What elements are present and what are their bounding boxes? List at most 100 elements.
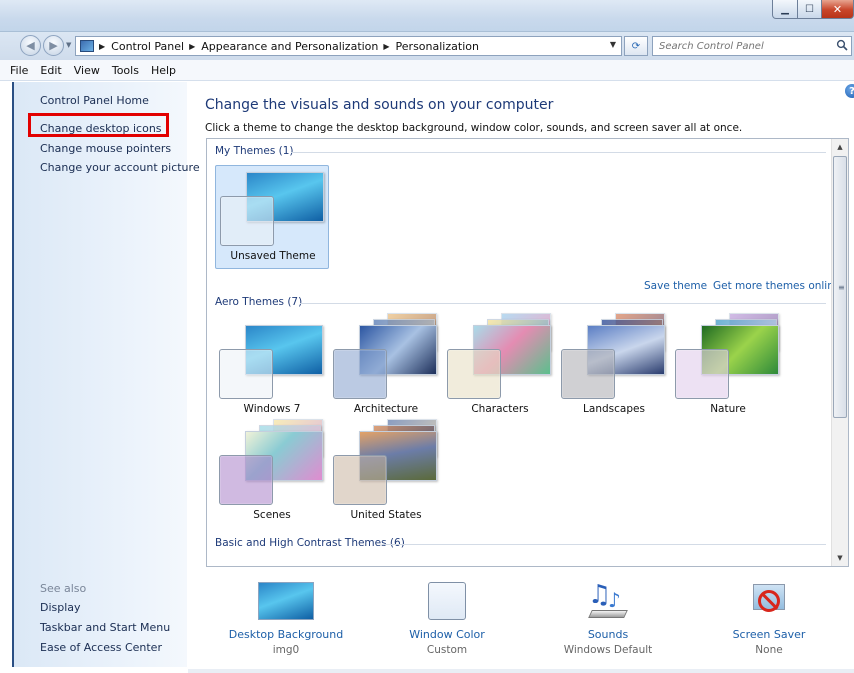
theme-nature[interactable]: Nature [671,313,785,423]
ease-of-access-link[interactable]: Ease of Access Center [40,641,162,654]
theme-name: United States [350,509,422,521]
address-dropdown-icon[interactable]: ▼ [610,40,616,49]
theme-landscapes[interactable]: Landscapes [557,313,671,423]
menu-help[interactable]: Help [145,64,182,77]
maximize-icon: ☐ [805,3,814,15]
change-desktop-icons-link[interactable]: Change desktop icons [40,122,162,135]
menu-edit[interactable]: Edit [34,64,67,77]
screen-saver-icon [739,580,799,624]
theme-thumbnail [219,419,325,505]
breadcrumb-control-panel[interactable]: Control Panel [111,40,184,53]
change-mouse-pointers-link[interactable]: Change mouse pointers [40,142,171,155]
basic-themes-heading: Basic and High Contrast Themes (6) [215,537,405,549]
window-color-swatch [675,349,729,399]
sounds-value: Windows Default [563,644,653,656]
back-button[interactable]: ◀ [20,35,41,56]
navigation-bar: ◀ ▶ ▼ ▶ Control Panel ▶ Appearance and P… [0,32,854,60]
window-color-swatch [333,455,387,505]
close-button[interactable]: ✕ [821,0,854,19]
help-icon[interactable]: ? [845,84,854,98]
window-color-swatch [561,349,615,399]
close-icon: ✕ [832,2,843,16]
forward-arrow-icon: ▶ [49,39,58,52]
window-color-swatch [333,349,387,399]
desktop-background-button[interactable]: Desktop Background img0 [211,580,361,656]
theme-name: Scenes [253,509,291,521]
control-panel-icon [80,40,94,52]
screen-saver-label[interactable]: Screen Saver [694,628,844,641]
menu-bar: File Edit View Tools Help [0,60,854,81]
minimize-icon: ▁ [781,3,789,15]
theme-scenes[interactable]: Scenes [215,419,329,529]
desktop-background-value: img0 [272,644,300,656]
theme-unsaved[interactable]: Unsaved Theme [215,165,329,269]
recent-pages-dropdown-icon[interactable]: ▼ [66,41,71,49]
theme-characters[interactable]: Characters [443,313,557,423]
window-color-swatch [447,349,501,399]
theme-name: Nature [710,403,746,415]
address-bar[interactable]: ▶ Control Panel ▶ Appearance and Persona… [75,36,622,56]
screen-saver-button[interactable]: Screen Saver None [694,580,844,656]
theme-thumbnail [219,325,325,399]
scroll-up-icon[interactable]: ▲ [832,139,848,155]
scroll-down-icon[interactable]: ▼ [832,550,848,566]
desktop-background-label[interactable]: Desktop Background [211,628,361,641]
search-icon[interactable] [836,39,848,51]
vertical-scrollbar[interactable]: ▲ ≡ ▼ [831,139,848,566]
theme-thumbnail [561,313,667,399]
get-more-themes-link[interactable]: Get more themes online [713,280,840,292]
window-color-button[interactable]: Window Color Custom [372,580,522,656]
theme-name: Landscapes [583,403,645,415]
theme-windows-7[interactable]: Windows 7 [215,319,329,423]
see-also-heading: See also [40,582,87,595]
display-link[interactable]: Display [40,601,81,614]
window-bottom-edge [188,669,854,673]
chevron-right-icon[interactable]: ▶ [189,42,195,51]
minimize-button[interactable]: ▁ [772,0,798,19]
breadcrumb-appearance[interactable]: Appearance and Personalization [201,40,378,53]
search-input[interactable] [659,40,819,52]
scrollbar-thumb[interactable]: ≡ [833,156,847,418]
task-pane: Control Panel Home Change desktop icons … [12,82,200,667]
chevron-right-icon[interactable]: ▶ [383,42,389,51]
theme-thumbnail [333,313,439,399]
theme-thumbnail [447,313,553,399]
title-bar: ▁ ☐ ✕ [0,0,854,32]
search-box[interactable] [652,36,852,56]
refresh-button[interactable]: ⟳ [624,36,648,56]
theme-thumbnail [220,172,326,246]
menu-file[interactable]: File [4,64,34,77]
sounds-label[interactable]: Sounds [533,628,683,641]
chevron-right-icon[interactable]: ▶ [99,42,105,51]
page-title: Change the visuals and sounds on your co… [205,97,554,113]
window-color-swatch [219,455,273,505]
screen-saver-value: None [755,644,783,656]
theme-thumbnail [675,313,781,399]
breadcrumb-personalization[interactable]: Personalization [396,40,479,53]
taskbar-start-menu-link[interactable]: Taskbar and Start Menu [40,621,170,634]
sounds-button[interactable]: ♫ ♪ Sounds Windows Default [533,580,683,656]
theme-architecture[interactable]: Architecture [329,313,443,423]
maximize-button[interactable]: ☐ [797,0,822,19]
window-color-value: Custom [426,644,468,656]
change-account-picture-link[interactable]: Change your account picture [40,161,200,174]
themes-list: My Themes (1) Unsaved Theme Save theme G… [206,138,849,567]
section-divider [382,544,826,545]
window-color-swatch [220,196,274,246]
scroll-grip-icon: ≡ [838,283,845,292]
theme-name: Architecture [353,403,419,415]
menu-view[interactable]: View [68,64,106,77]
save-theme-link[interactable]: Save theme [644,280,707,292]
section-divider [300,303,826,304]
theme-name: Unsaved Theme [230,250,316,262]
personalization-window: ▁ ☐ ✕ ◀ ▶ ▼ ▶ Control Panel ▶ Appearance… [0,0,854,673]
theme-name: Windows 7 [243,403,301,415]
page-description: Click a theme to change the desktop back… [205,122,743,134]
forward-button[interactable]: ▶ [43,35,64,56]
theme-united-states[interactable]: United States [329,419,443,529]
menu-tools[interactable]: Tools [106,64,145,77]
section-divider [291,152,826,153]
back-arrow-icon: ◀ [26,39,35,52]
control-panel-home-link[interactable]: Control Panel Home [40,94,149,107]
window-color-label[interactable]: Window Color [372,628,522,641]
